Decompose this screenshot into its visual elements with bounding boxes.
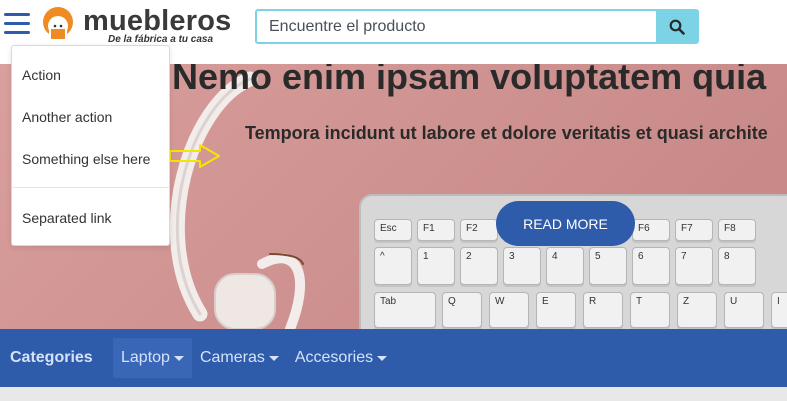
keyboard-key: F1 (417, 219, 455, 241)
search-input[interactable] (257, 11, 656, 42)
menu-item-separated-link[interactable]: Separated link (22, 210, 112, 226)
keyboard-key: F6 (632, 219, 670, 241)
search-bar (255, 9, 699, 44)
category-label: Laptop (121, 349, 170, 366)
keyboard-key: Q (442, 292, 482, 328)
category-cameras[interactable]: Cameras (192, 338, 287, 378)
keyboard-key: 1 (417, 247, 455, 285)
keyboard-key: W (489, 292, 529, 328)
yellow-arrow-icon (169, 144, 220, 168)
keyboard-key: 3 (503, 247, 541, 285)
brand-logo[interactable]: muebleros De la fábrica a tu casa (38, 5, 243, 48)
keyboard-key: U (724, 292, 764, 328)
category-label: Accesories (294, 349, 374, 366)
hero-subtitle: Tempora incidunt ut labore et dolore ver… (245, 123, 768, 143)
menu-item-another-action[interactable]: Another action (22, 109, 112, 125)
keyboard-key: F2 (460, 219, 498, 241)
search-icon (669, 19, 685, 35)
keyboard-key: 4 (546, 247, 584, 285)
category-label: Cameras (199, 349, 265, 366)
category-navbar: Categories Laptop Cameras Accesories (0, 329, 787, 387)
keyboard-key: F7 (675, 219, 713, 241)
keyboard-key: Z (677, 292, 717, 328)
read-more-button[interactable]: READ MORE (496, 201, 635, 246)
hero-title: Nemo enim ipsam voluptatem quia (172, 64, 767, 97)
keyboard-key: I (771, 292, 787, 328)
keyboard-key: 5 (589, 247, 627, 285)
keyboard-key: R (583, 292, 623, 328)
headphones-image (169, 71, 306, 329)
keyboard-key: T (630, 292, 670, 328)
category-laptop[interactable]: Laptop (113, 338, 192, 378)
caret-down-icon (173, 355, 184, 361)
categories-title: Categories (10, 349, 93, 366)
hamburger-menu-icon[interactable] (4, 13, 30, 35)
keyboard-key: Tab (374, 292, 436, 328)
page-content-strip (0, 387, 787, 401)
dropdown-menu: Action Another action Something else her… (11, 45, 170, 246)
menu-item-action[interactable]: Action (22, 67, 61, 83)
logo-tagline: De la fábrica a tu casa (108, 34, 214, 45)
logo-chef-icon (43, 7, 73, 40)
menu-item-something-else[interactable]: Something else here (22, 151, 150, 167)
caret-down-icon (377, 355, 388, 361)
keyboard-key: 7 (675, 247, 713, 285)
category-accesories[interactable]: Accesories (287, 338, 395, 378)
keyboard-key: E (536, 292, 576, 328)
keyboard-key: Esc (374, 219, 412, 241)
keyboard-key: 8 (718, 247, 756, 285)
search-button[interactable] (656, 11, 697, 42)
keyboard-key: 2 (460, 247, 498, 285)
keyboard-key: 6 (632, 247, 670, 285)
caret-down-icon (268, 355, 279, 361)
menu-divider (12, 187, 169, 188)
keyboard-key: ^ (374, 247, 412, 285)
keyboard-key: F8 (718, 219, 756, 241)
